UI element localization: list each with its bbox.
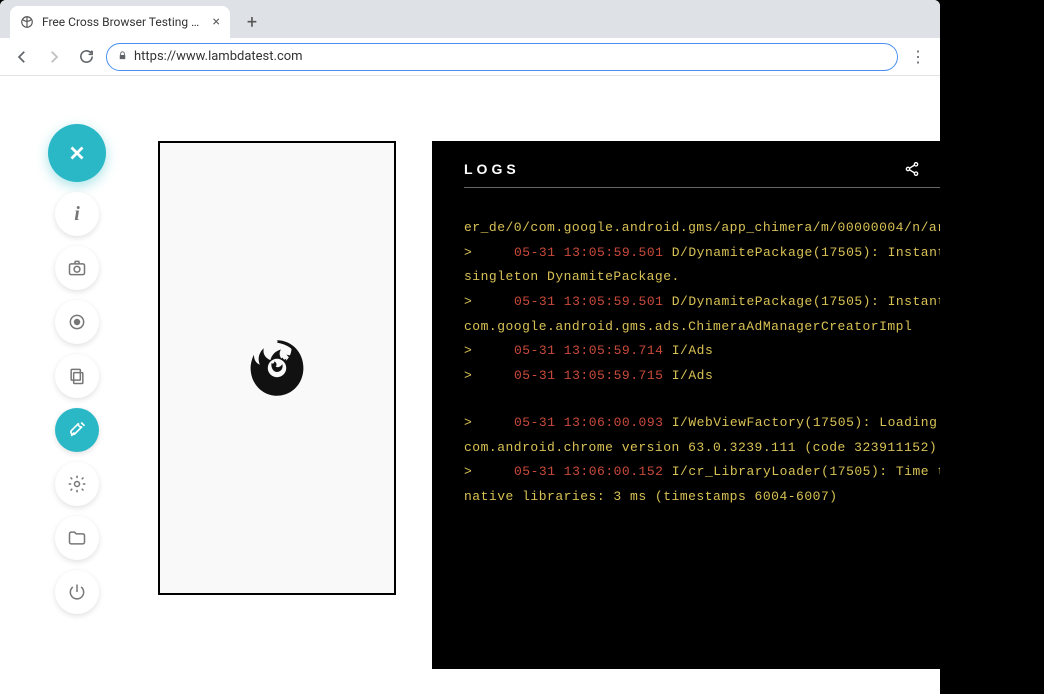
url-text: https://www.lambdatest.com — [134, 49, 303, 64]
info-button[interactable]: i — [55, 192, 99, 236]
session-toolbar: i — [48, 124, 106, 614]
lambdatest-favicon — [20, 15, 34, 29]
lock-icon — [117, 50, 128, 64]
forward-button[interactable] — [42, 45, 66, 69]
power-button[interactable] — [55, 570, 99, 614]
screenshot-button[interactable] — [55, 246, 99, 290]
logs-panel: LOGS er_de/0/com.google.andro — [432, 141, 940, 669]
logs-actions — [904, 161, 940, 177]
more-menu-button[interactable]: ⋮ — [906, 45, 930, 69]
log-line: >05-31 13:05:59.714 I/Ads — [464, 339, 940, 364]
log-body: er_de/0/com.google.android.gms/app_chime… — [464, 216, 940, 510]
log-line: >05-31 13:05:59.715 I/Ads — [464, 364, 940, 389]
close-tab-icon[interactable]: × — [213, 14, 220, 30]
log-line: er_de/0/com.google.android.gms/app_chime… — [464, 216, 940, 241]
address-bar[interactable]: https://www.lambdatest.com — [106, 43, 898, 71]
reload-button[interactable] — [74, 45, 98, 69]
back-button[interactable] — [10, 45, 34, 69]
browser-window: Free Cross Browser Testing Clou × + http… — [0, 0, 940, 694]
log-line: >05-31 13:06:00.152 I/cr_LibraryLoader(1… — [464, 460, 940, 509]
logs-title: LOGS — [464, 161, 520, 177]
new-tab-button[interactable]: + — [238, 8, 266, 36]
split-icon[interactable] — [938, 161, 940, 177]
tab-title: Free Cross Browser Testing Clou — [42, 15, 205, 29]
devtools-button[interactable] — [55, 408, 99, 452]
device-frame — [158, 141, 396, 595]
log-line: >05-31 13:06:00.093 I/WebViewFactory(175… — [464, 411, 940, 460]
address-bar-row: https://www.lambdatest.com ⋮ — [0, 38, 940, 76]
share-icon[interactable] — [904, 161, 920, 177]
log-line: >05-31 13:05:59.501 D/DynamitePackage(17… — [464, 290, 940, 339]
page-viewport: i — [0, 76, 940, 694]
close-session-button[interactable] — [48, 124, 106, 182]
firefox-icon — [244, 335, 310, 401]
record-button[interactable] — [55, 300, 99, 344]
logs-header: LOGS — [464, 161, 940, 188]
log-line: >05-31 13:05:59.501 D/DynamitePackage(17… — [464, 241, 940, 290]
copy-button[interactable] — [55, 354, 99, 398]
settings-button[interactable] — [55, 462, 99, 506]
browser-tab[interactable]: Free Cross Browser Testing Clou × — [10, 6, 230, 38]
files-button[interactable] — [55, 516, 99, 560]
tab-strip: Free Cross Browser Testing Clou × + — [0, 0, 940, 38]
